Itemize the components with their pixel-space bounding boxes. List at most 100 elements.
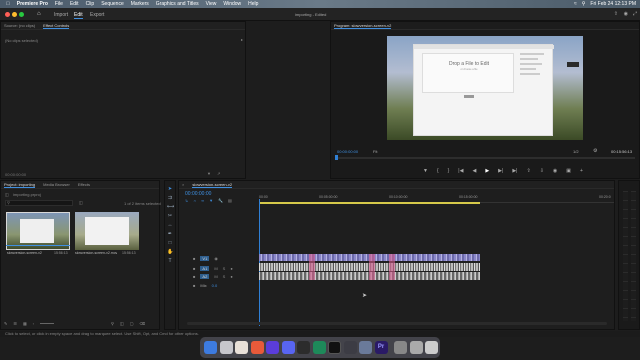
extract-icon[interactable]: ⇩ xyxy=(540,168,544,174)
slip-tool-icon[interactable]: ↔ xyxy=(167,222,173,228)
filter-icon[interactable]: ▼ xyxy=(207,171,211,176)
freeform-view-icon[interactable]: ▫ xyxy=(33,321,34,326)
find-icon[interactable]: ⚲ xyxy=(111,321,114,326)
linked-selection-icon[interactable]: ∞ xyxy=(201,198,204,203)
minimize-window-button[interactable] xyxy=(12,12,17,17)
menubar-clock[interactable]: Fri Feb 24 12:13 PM xyxy=(590,1,636,7)
tab-import[interactable]: Import xyxy=(54,12,68,18)
hand-tool-icon[interactable]: ✋ xyxy=(167,249,173,255)
new-bin-button[interactable]: ◫ xyxy=(120,321,124,326)
tab-project[interactable]: Project: importing xyxy=(4,182,36,188)
video-preview[interactable]: Drop a File to Edit or choose a file xyxy=(387,36,583,140)
track-v1-label[interactable]: V1 xyxy=(200,256,210,261)
menu-file[interactable]: File xyxy=(55,1,63,7)
discord-icon[interactable] xyxy=(281,341,295,354)
comparison-icon[interactable]: ▣ xyxy=(566,168,571,174)
export-frame-icon[interactable]: ↗ xyxy=(217,171,220,176)
menu-sequence[interactable]: Sequence xyxy=(101,1,124,7)
close-window-button[interactable] xyxy=(5,12,10,17)
settings-icon[interactable]: ⚙ xyxy=(593,148,597,154)
timeline-timecode[interactable]: 00:00:00:00 xyxy=(185,191,211,197)
app-icon-purple[interactable] xyxy=(266,341,279,354)
delete-icon[interactable]: ⌫ xyxy=(140,321,146,326)
wifi-icon[interactable]: ≈ xyxy=(574,1,577,7)
sheets-icon[interactable] xyxy=(312,341,326,354)
mute-icon[interactable]: M xyxy=(214,274,217,279)
chrome-icon[interactable] xyxy=(250,341,264,354)
bin-icon[interactable]: ◫ xyxy=(5,192,9,197)
preview-icon[interactable] xyxy=(359,341,372,354)
new-item-button[interactable]: ▢ xyxy=(130,321,134,326)
tab-sequence[interactable]: slowversion-screen-v2 xyxy=(192,182,233,188)
trash-icon[interactable] xyxy=(425,341,438,354)
list-view-icon[interactable]: ☰ xyxy=(13,321,17,326)
snap-icon[interactable]: ∩ xyxy=(193,198,196,203)
share-icon[interactable]: ⇧ xyxy=(614,11,618,17)
notification-icon[interactable]: ◉ xyxy=(624,11,628,17)
marker-icon[interactable]: ▼ xyxy=(423,168,428,174)
menu-view[interactable]: View xyxy=(206,1,217,7)
menu-graphics[interactable]: Graphics and Titles xyxy=(156,1,199,7)
resolution-select[interactable]: 1/2 xyxy=(573,149,579,154)
clip-thumbnail-2[interactable] xyxy=(75,212,139,250)
photos-icon[interactable] xyxy=(235,341,248,354)
wrench-icon[interactable]: 🔧 xyxy=(218,198,223,203)
terminal-icon[interactable] xyxy=(297,341,310,354)
zoom-slider[interactable] xyxy=(40,323,55,324)
add-button[interactable]: + xyxy=(580,168,583,174)
go-to-in-icon[interactable]: |◀ xyxy=(458,168,463,174)
menu-clip[interactable]: Clip xyxy=(86,1,95,7)
mark-out-icon[interactable]: } xyxy=(448,168,450,174)
mix-value[interactable]: 0.0 xyxy=(212,283,218,288)
mic-icon[interactable]: ● xyxy=(230,274,232,279)
lock-icon[interactable]: ■ xyxy=(193,283,195,288)
lock-icon[interactable]: ■ xyxy=(193,274,195,279)
new-bin-icon[interactable]: ◫ xyxy=(79,200,83,205)
pen-tool-icon[interactable]: ✒ xyxy=(167,231,173,237)
menu-edit[interactable]: Edit xyxy=(70,1,79,7)
menu-window[interactable]: Window xyxy=(223,1,241,7)
mute-icon[interactable]: M xyxy=(214,266,217,271)
track-select-tool-icon[interactable]: ⇉ xyxy=(167,195,173,201)
search-icon[interactable]: ⚲ xyxy=(582,1,586,7)
track-a2-label[interactable]: A2 xyxy=(200,274,210,279)
tab-effect-controls[interactable]: Effect Controls xyxy=(43,23,70,29)
tab-edit[interactable]: Edit xyxy=(74,12,83,19)
document-icon[interactable] xyxy=(409,341,423,354)
terminal-app-icon[interactable] xyxy=(328,341,341,354)
track-a1-label[interactable]: A1 xyxy=(200,266,210,271)
mic-icon[interactable]: ● xyxy=(230,266,232,271)
fit-select[interactable]: Fit xyxy=(373,149,377,154)
play-icon[interactable]: ▶ xyxy=(485,168,489,174)
program-title[interactable]: Program: slowversion-screen-v2 xyxy=(334,23,392,29)
menu-markers[interactable]: Markers xyxy=(131,1,149,7)
lock-icon[interactable]: ■ xyxy=(193,256,195,261)
home-icon[interactable]: ⌂ xyxy=(37,11,41,17)
icon-view-icon[interactable]: ▦ xyxy=(23,321,27,326)
razor-tool-icon[interactable]: ✂ xyxy=(167,213,173,219)
step-back-icon[interactable]: ◀ xyxy=(472,168,476,174)
lift-icon[interactable]: ⇧ xyxy=(526,168,530,174)
eye-icon[interactable]: ◉ xyxy=(214,256,218,261)
close-tab-icon[interactable]: × xyxy=(182,182,184,187)
lock-icon[interactable]: ■ xyxy=(193,266,195,271)
program-scrubber[interactable] xyxy=(337,157,635,159)
finder-icon[interactable] xyxy=(204,341,217,354)
expand-icon[interactable]: ▸ xyxy=(241,37,243,42)
fullscreen-icon[interactable]: ⤢ xyxy=(633,11,637,17)
type-tool-icon[interactable]: T xyxy=(167,258,173,264)
premiere-pro-icon[interactable]: Pr xyxy=(374,341,388,354)
selection-tool-icon[interactable]: ➤ xyxy=(167,186,173,192)
project-search-input[interactable]: ⚲ xyxy=(5,200,73,206)
captions-icon[interactable]: ▤ xyxy=(228,198,232,203)
tab-effects[interactable]: Effects xyxy=(78,182,90,187)
tab-export[interactable]: Export xyxy=(90,12,104,18)
step-forward-icon[interactable]: ▶| xyxy=(498,168,503,174)
add-marker-icon[interactable]: ▼ xyxy=(209,198,213,203)
apple-icon[interactable]:  xyxy=(6,1,10,7)
zoom-window-button[interactable] xyxy=(19,12,24,17)
downloads-icon[interactable] xyxy=(394,341,407,354)
obs-icon[interactable] xyxy=(343,341,357,354)
rectangle-tool-icon[interactable]: □ xyxy=(167,240,173,246)
ripple-edit-tool-icon[interactable]: ⟷ xyxy=(167,204,174,210)
